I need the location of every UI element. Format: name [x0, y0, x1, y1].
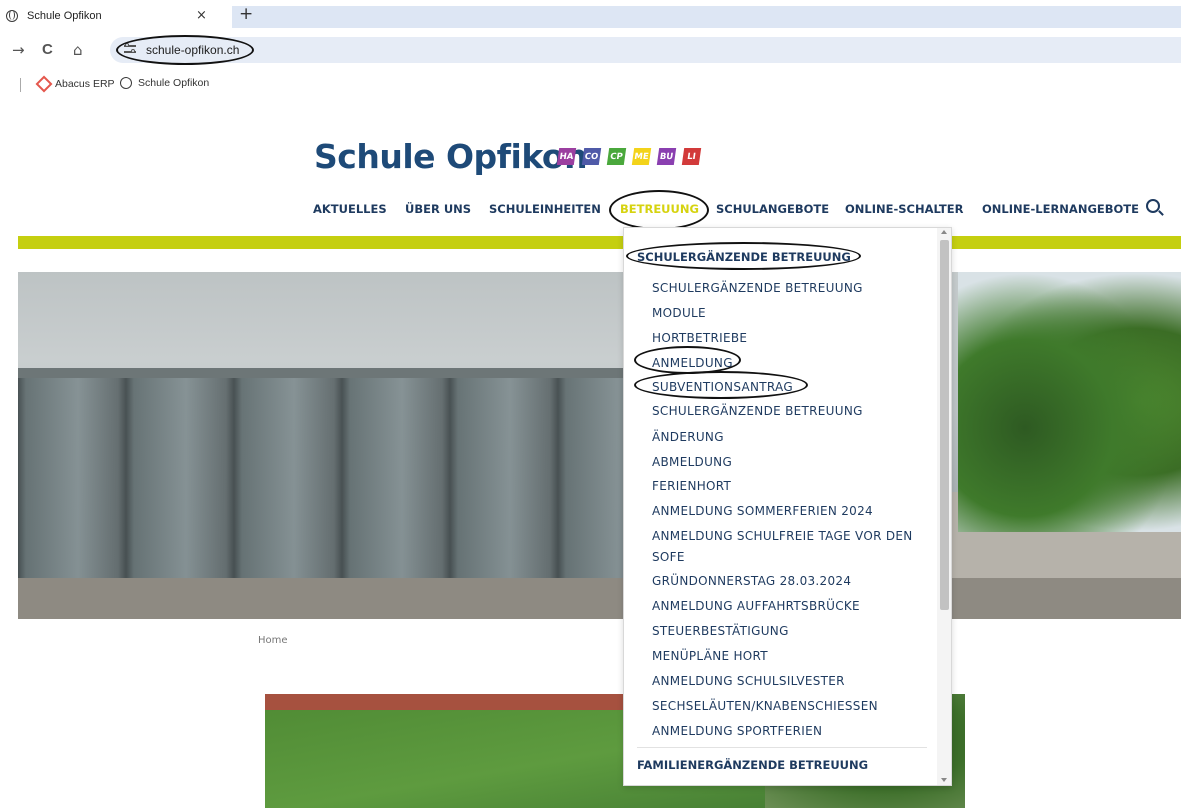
menu-item-gruendonnerstag[interactable]: GRÜNDONNERSTAG 28.03.2024 [652, 574, 851, 588]
forward-arrow-icon[interactable]: → [12, 41, 25, 59]
address-bar[interactable] [110, 37, 1181, 63]
bookmarks-separator [20, 78, 21, 92]
menu-item-subventionsantrag[interactable]: SUBVENTIONSANTRAG [652, 380, 793, 394]
abacus-icon [37, 77, 50, 90]
browser-toolbar: → C ⌂ schule-opfikon.ch [0, 32, 1181, 68]
menu-item-menueplaene-hort[interactable]: MENÜPLÄNE HORT [652, 649, 768, 663]
school-unit-logos: HA CO CP ME BU LI [556, 148, 708, 165]
hero-image [18, 272, 1181, 619]
bookmark-label: Schule Opfikon [138, 77, 210, 89]
unit-logo-icon: BU [656, 148, 677, 165]
unit-logo-icon: CO [581, 148, 602, 165]
nav-item-ueber-uns[interactable]: ÜBER UNS [405, 202, 471, 216]
new-tab-button[interactable]: + [239, 4, 253, 24]
browser-tab-bar: Schule Opfikon × + [0, 0, 1181, 32]
nav-item-online-lernangebote[interactable]: ONLINE-LERNANGEBOTE [982, 202, 1139, 216]
betreuung-dropdown-menu: SCHULERGÄNZENDE BETREUUNG SCHULERGÄNZEND… [623, 227, 952, 786]
tab-strip [232, 6, 1181, 28]
menu-item-aenderung[interactable]: ÄNDERUNG [652, 430, 724, 444]
globe-icon [120, 77, 132, 89]
tab-close-button[interactable]: × [196, 8, 207, 23]
menu-item-anmeldung-schulfreie-tage[interactable]: ANMELDUNG SCHULFREIE TAGE VOR DEN [652, 529, 913, 543]
annotation-oval-betreuung [609, 190, 709, 230]
nav-item-aktuelles[interactable]: AKTUELLES [313, 202, 387, 216]
menu-item-anmeldung-sportferien[interactable]: ANMELDUNG SPORTFERIEN [652, 724, 822, 738]
nav-item-schulangebote[interactable]: SCHULANGEBOTE [716, 202, 829, 216]
site-logo-title[interactable]: Schule Opfikon [314, 137, 588, 176]
reload-icon[interactable]: C [42, 41, 53, 58]
menu-item-module[interactable]: MODULE [652, 306, 706, 320]
accent-bar [18, 236, 1181, 249]
menu-item-schulergaenzende-betreuung[interactable]: SCHULERGÄNZENDE BETREUUNG [652, 281, 863, 295]
dropdown-heading-schulergaenzende-betreuung[interactable]: SCHULERGÄNZENDE BETREUUNG [637, 250, 851, 264]
unit-logo-icon: CP [606, 148, 627, 165]
menu-item-anmeldung-schulsilvester[interactable]: ANMELDUNG SCHULSILVESTER [652, 674, 845, 688]
home-icon[interactable]: ⌂ [73, 41, 83, 59]
annotation-oval-url [116, 35, 254, 65]
nav-item-online-schalter[interactable]: ONLINE-SCHALTER [845, 202, 964, 216]
menu-item-abmeldung[interactable]: ABMELDUNG [652, 455, 732, 469]
menu-divider [637, 747, 927, 748]
menu-item-ferienhort[interactable]: FERIENHORT [652, 479, 731, 493]
menu-item-anmeldung-sommerferien[interactable]: ANMELDUNG SOMMERFERIEN 2024 [652, 504, 873, 518]
breadcrumb[interactable]: Home [258, 635, 288, 646]
ground [18, 578, 1181, 619]
menu-item-schulergaenzende-betreuung-2[interactable]: SCHULERGÄNZENDE BETREUUNG [652, 404, 863, 418]
globe-icon [6, 10, 18, 22]
browser-tab[interactable]: Schule Opfikon × [0, 0, 232, 32]
main-navigation: AKTUELLES ÜBER UNS SCHULEINHEITEN BETREU… [0, 202, 1181, 216]
bookmark-abacus-erp[interactable]: Abacus ERP [37, 77, 115, 90]
menu-item-steuerbestaetigung[interactable]: STEUERBESTÄTIGUNG [652, 624, 789, 638]
trees [958, 272, 1181, 532]
dropdown-scrollbar[interactable] [937, 228, 951, 785]
menu-item-anmeldung-schulfreie-tage-cont[interactable]: SOFE [652, 550, 685, 564]
nav-item-schuleinheiten[interactable]: SCHULEINHEITEN [489, 202, 601, 216]
scroll-down-icon[interactable] [941, 778, 947, 782]
unit-logo-icon: HA [556, 148, 577, 165]
unit-logo-icon: LI [681, 148, 702, 165]
scroll-up-icon[interactable] [941, 230, 947, 234]
menu-item-hortbetriebe[interactable]: HORTBETRIEBE [652, 331, 747, 345]
menu-item-anmeldung-auffahrtsbruecke[interactable]: ANMELDUNG AUFFAHRTSBRÜCKE [652, 599, 860, 613]
dropdown-heading-familienergaenzende-betreuung[interactable]: FAMILIENERGÄNZENDE BETREUUNG [637, 758, 868, 772]
bookmark-label: Abacus ERP [55, 77, 115, 90]
bookmarks-bar: Abacus ERP Schule Opfikon [0, 72, 1181, 96]
bookmark-schule-opfikon[interactable]: Schule Opfikon [120, 77, 209, 89]
tab-title: Schule Opfikon [27, 10, 102, 22]
search-icon[interactable] [1146, 199, 1160, 213]
unit-logo-icon: ME [631, 148, 652, 165]
menu-item-sechselaeuten[interactable]: SECHSELÄUTEN/KNABENSCHIESSEN [652, 699, 878, 713]
scrollbar-thumb[interactable] [940, 240, 949, 610]
menu-item-anmeldung[interactable]: ANMELDUNG [652, 356, 733, 370]
